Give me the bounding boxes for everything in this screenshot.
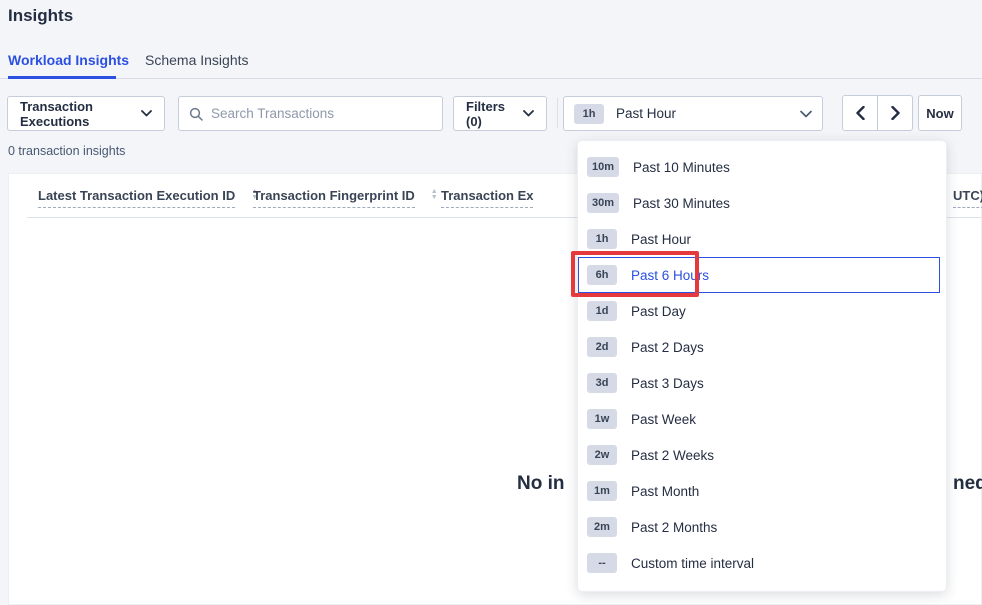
time-option-badge: 3d <box>587 373 617 393</box>
chevron-left-icon <box>856 106 865 120</box>
time-option-2m[interactable]: 2m Past 2 Months <box>578 509 940 545</box>
insights-page: Insights Workload Insights Schema Insigh… <box>0 0 982 605</box>
time-option-1w[interactable]: 1w Past Week <box>578 401 940 437</box>
time-option-badge: -- <box>587 553 617 573</box>
column-header-transaction-execution[interactable]: Transaction Ex <box>441 188 533 208</box>
page-title: Insights <box>8 6 73 26</box>
time-option-30m[interactable]: 30m Past 30 Minutes <box>578 185 940 221</box>
time-option-badge: 1h <box>587 229 617 249</box>
time-interval-select[interactable]: 1h Past Hour <box>563 96 823 131</box>
time-option-badge: 10m <box>587 157 619 177</box>
time-interval-dropdown: 10m Past 10 Minutes 30m Past 30 Minutes … <box>577 140 947 592</box>
time-option-3d[interactable]: 3d Past 3 Days <box>578 365 940 401</box>
chevron-down-icon <box>800 110 812 118</box>
time-option-2w[interactable]: 2w Past 2 Weeks <box>578 437 940 473</box>
search-input[interactable] <box>211 106 432 121</box>
next-interval-button[interactable] <box>877 95 913 131</box>
column-header-transaction-fingerprint-id[interactable]: Transaction Fingerprint ID ▲▼ <box>253 188 438 208</box>
time-option-badge: 6h <box>587 265 617 285</box>
time-interval-badge: 1h <box>574 104 604 124</box>
time-option-2d[interactable]: 2d Past 2 Days <box>578 329 940 365</box>
filters-label: Filters (0) <box>466 99 523 129</box>
tab-workload-insights[interactable]: Workload Insights <box>8 52 129 68</box>
time-option-badge: 1m <box>587 481 617 501</box>
time-option-1h[interactable]: 1h Past Hour <box>578 221 940 257</box>
insights-count-summary: 0 transaction insights <box>8 144 125 158</box>
column-header-utc-fragment[interactable]: UTC) <box>953 188 982 208</box>
time-option-badge: 30m <box>587 193 619 213</box>
chevron-down-icon <box>141 110 152 117</box>
time-option-10m[interactable]: 10m Past 10 Minutes <box>578 149 940 185</box>
column-header-latest-transaction-execution-id[interactable]: Latest Transaction Execution ID ▲▼ <box>38 188 258 208</box>
time-option-badge: 1d <box>587 301 617 321</box>
time-option-badge: 2d <box>587 337 617 357</box>
workload-type-label: Transaction Executions <box>20 99 141 129</box>
time-option-custom[interactable]: -- Custom time interval <box>578 545 940 581</box>
chevron-down-icon <box>523 110 534 117</box>
time-option-6h[interactable]: 6h Past 6 Hours <box>578 257 940 293</box>
time-step-arrows <box>842 95 913 131</box>
time-option-badge: 2w <box>587 445 617 465</box>
toolbar-divider <box>557 98 558 128</box>
search-transactions-box[interactable] <box>178 96 443 131</box>
search-icon <box>189 107 203 121</box>
active-tab-underline <box>8 76 116 79</box>
chevron-right-icon <box>891 106 900 120</box>
time-interval-label: Past Hour <box>616 106 676 121</box>
tab-schema-insights[interactable]: Schema Insights <box>145 52 249 68</box>
sort-icon[interactable]: ▲▼ <box>431 189 438 201</box>
workload-type-select[interactable]: Transaction Executions <box>7 96 165 131</box>
time-option-badge: 1w <box>587 409 617 429</box>
time-option-1m[interactable]: 1m Past Month <box>578 473 940 509</box>
time-option-1d[interactable]: 1d Past Day <box>578 293 940 329</box>
tab-bar: Workload Insights Schema Insights <box>0 48 982 79</box>
filters-button[interactable]: Filters (0) <box>453 96 547 131</box>
now-button[interactable]: Now <box>918 95 962 131</box>
time-option-badge: 2m <box>587 517 617 537</box>
empty-state-text-right: ned. <box>953 473 982 495</box>
empty-state-text-left: No in <box>517 473 565 495</box>
previous-interval-button[interactable] <box>842 95 878 131</box>
